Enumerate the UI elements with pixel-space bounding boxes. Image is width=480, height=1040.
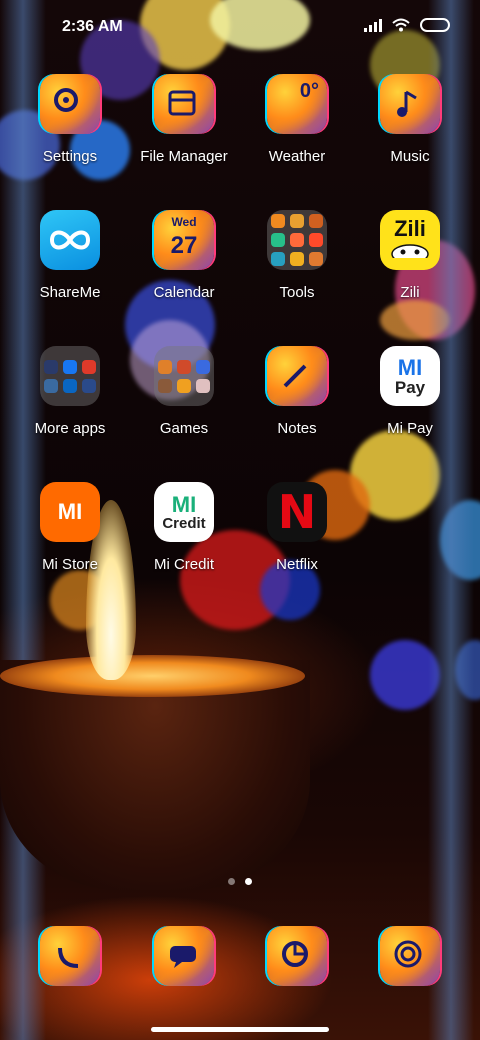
app-tools-folder[interactable]: Tools	[241, 210, 353, 301]
dock-camera[interactable]	[380, 926, 440, 986]
messages-icon	[154, 926, 214, 986]
page-dot-2[interactable]	[245, 878, 252, 885]
app-file-manager[interactable]: File Manager	[128, 74, 240, 165]
calendar-day: Wed	[171, 215, 197, 229]
app-label: Mi Pay	[387, 420, 433, 437]
app-label: Tools	[279, 284, 315, 301]
mi-pay-logo: MI	[397, 354, 423, 380]
app-shareme[interactable]: ShareMe	[14, 210, 126, 301]
calendar-icon: Wed 27	[154, 210, 214, 270]
camera-icon	[380, 926, 440, 986]
app-label: Netflix	[276, 556, 318, 573]
infinity-icon	[40, 210, 100, 270]
app-label: Calendar	[153, 284, 215, 301]
mi-credit-icon: MI Credit	[154, 482, 214, 542]
netflix-icon: N	[267, 482, 327, 542]
zili-wordmark: Zili	[394, 216, 426, 241]
folder-icon	[154, 74, 214, 134]
phone-icon	[40, 926, 100, 986]
app-label: Mi Store	[42, 556, 98, 573]
app-label: Music	[390, 148, 430, 165]
app-label: Weather	[268, 148, 326, 165]
weather-temp: 0°	[299, 80, 319, 102]
app-netflix[interactable]: N Netflix	[241, 482, 353, 573]
dock-phone[interactable]	[40, 926, 100, 986]
app-games-folder[interactable]: Games	[128, 346, 240, 437]
app-mi-store[interactable]: MI Mi Store	[14, 482, 126, 573]
more-apps-folder-icon	[40, 346, 100, 406]
dock-browser[interactable]	[267, 926, 327, 986]
browser-icon	[267, 926, 327, 986]
battery-icon	[420, 18, 450, 32]
tools-folder-icon	[267, 210, 327, 270]
app-zili[interactable]: Zili Zili	[354, 210, 466, 301]
mi-pay-icon: MI Pay	[380, 346, 440, 406]
app-label: Games	[159, 420, 209, 437]
notes-icon	[267, 346, 327, 406]
mi-store-icon: MI	[40, 482, 100, 542]
zili-icon: Zili	[380, 210, 440, 270]
mi-credit-logo: MI	[171, 491, 197, 517]
gear-icon	[40, 74, 100, 134]
games-folder-icon	[154, 346, 214, 406]
weather-icon: 0°	[267, 74, 327, 134]
app-music[interactable]: Music	[354, 74, 466, 165]
app-notes[interactable]: Notes	[241, 346, 353, 437]
mi-pay-text: Pay	[394, 377, 426, 397]
dock-messages[interactable]	[154, 926, 214, 986]
music-note-icon	[380, 74, 440, 134]
page-indicator[interactable]	[0, 878, 480, 885]
mi-store-logo: MI	[57, 499, 83, 524]
signal-icon	[364, 18, 382, 32]
mi-credit-text: Credit	[162, 514, 206, 532]
app-mi-pay[interactable]: MI Pay Mi Pay	[354, 346, 466, 437]
page-dot-1[interactable]	[228, 878, 235, 885]
lamp-rim	[0, 655, 305, 697]
app-label: Zili	[400, 284, 420, 301]
home-gesture-bar[interactable]	[151, 1027, 329, 1032]
status-bar: 2:36 AM	[0, 0, 480, 56]
status-time: 2:36 AM	[62, 18, 123, 35]
wifi-icon	[392, 18, 410, 32]
app-label: ShareMe	[39, 284, 101, 301]
status-icons	[364, 18, 450, 32]
app-label: Notes	[277, 420, 317, 437]
app-calendar[interactable]: Wed 27 Calendar	[128, 210, 240, 301]
app-label: Settings	[42, 148, 98, 165]
app-more-apps-folder[interactable]: More apps	[14, 346, 126, 437]
netflix-logo: N	[277, 485, 317, 539]
app-settings[interactable]: Settings	[14, 74, 126, 165]
app-weather[interactable]: 0° Weather	[241, 74, 353, 165]
calendar-date: 27	[170, 232, 198, 259]
app-label: More apps	[34, 420, 106, 437]
app-label: Mi Credit	[153, 556, 214, 573]
app-mi-credit[interactable]: MI Credit Mi Credit	[128, 482, 240, 573]
app-label: File Manager	[140, 148, 228, 165]
